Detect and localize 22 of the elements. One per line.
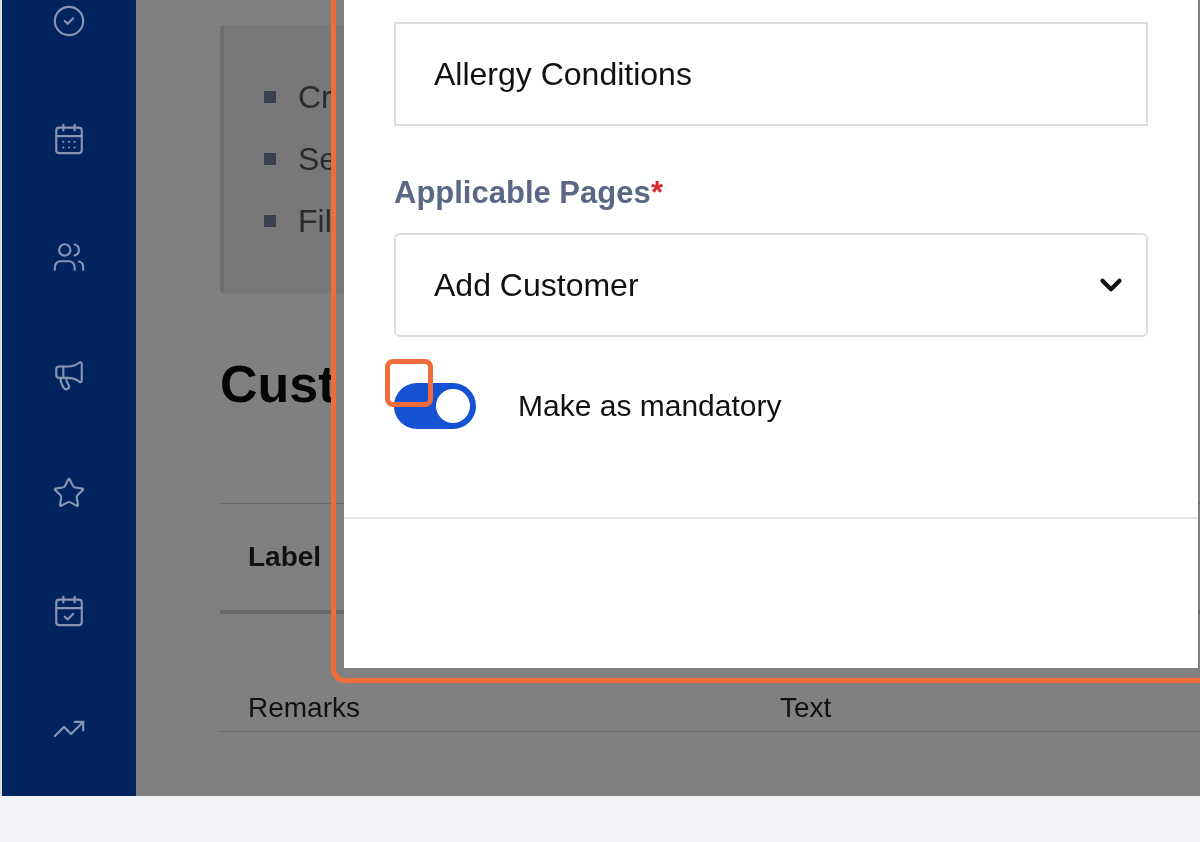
required-mark: *	[651, 174, 664, 212]
table-cell-text: Remarks	[247, 691, 361, 725]
field-label: Applicable Pages	[394, 174, 651, 212]
calendar-icon[interactable]	[52, 122, 86, 156]
table-cell-text: Text	[780, 691, 832, 725]
highlight-marker	[385, 359, 433, 407]
users-icon[interactable]	[52, 240, 86, 274]
list-item: Cr	[298, 78, 332, 117]
bullet-icon	[264, 91, 276, 103]
calendar-check-icon[interactable]	[52, 594, 86, 628]
bullet-icon	[264, 215, 276, 227]
pages-select[interactable]: Add Customer	[394, 232, 1148, 337]
column-header: Label	[247, 540, 322, 574]
page-heading: Cust	[220, 354, 336, 415]
toggle-label: Make as mandatory	[518, 388, 782, 424]
check-circle-icon[interactable]	[52, 4, 86, 38]
name-field[interactable]: Allergy Conditions	[394, 22, 1148, 126]
list-item: Fil	[298, 202, 332, 241]
star-icon[interactable]	[52, 476, 86, 510]
bullet-icon	[264, 153, 276, 165]
megaphone-icon[interactable]	[52, 358, 86, 392]
mandatory-toggle[interactable]	[394, 382, 476, 429]
